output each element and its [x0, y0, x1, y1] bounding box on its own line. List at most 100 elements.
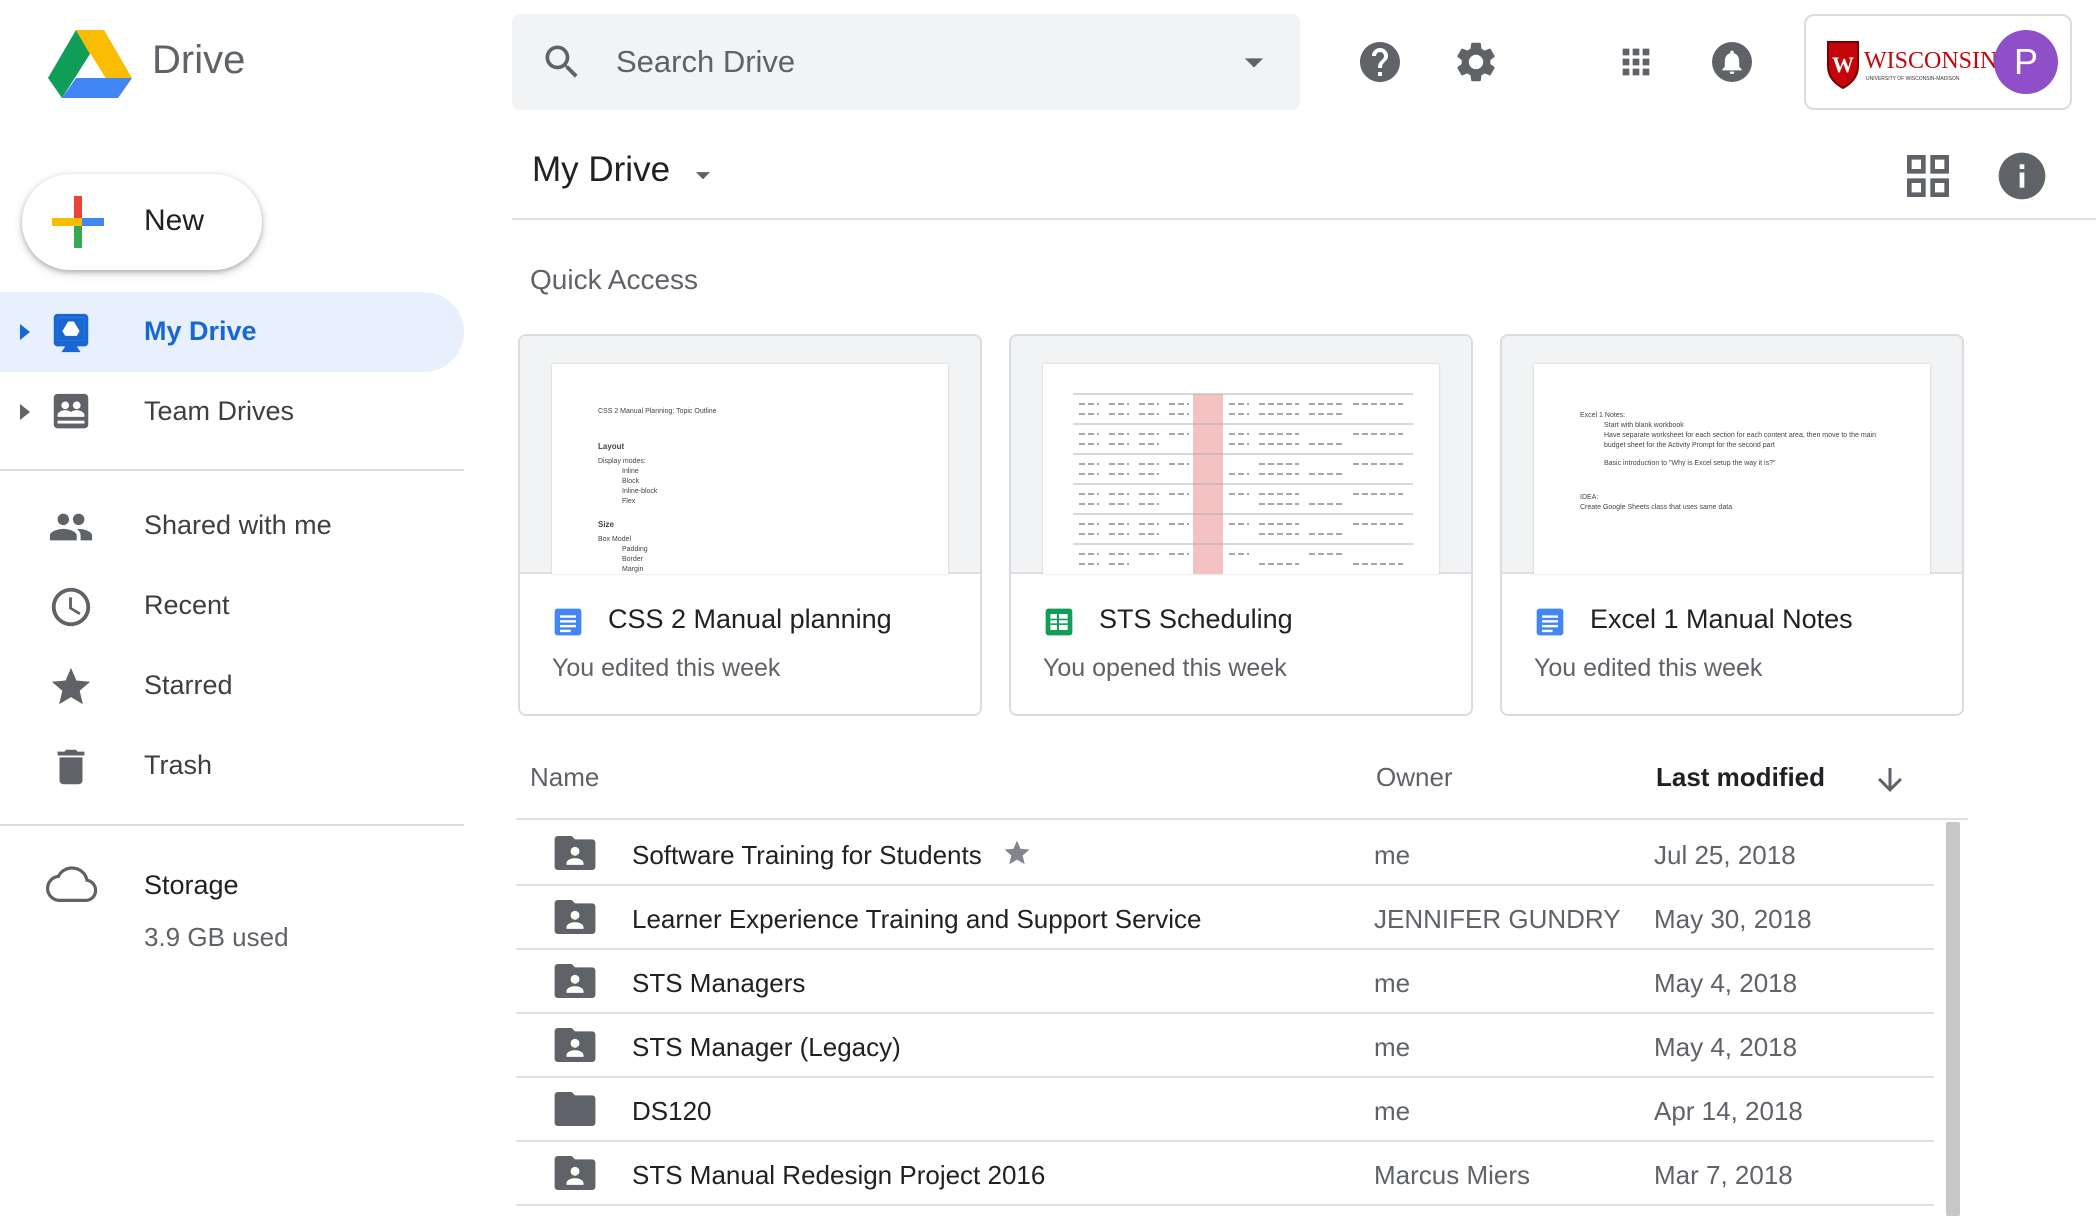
- search-input[interactable]: [616, 34, 1196, 90]
- app-title: Drive: [152, 38, 246, 82]
- file-owner: me: [1374, 840, 1411, 870]
- file-last-modified: May 4, 2018: [1654, 1032, 1798, 1062]
- expand-arrow-icon[interactable]: [18, 402, 32, 422]
- preview-text: Layout: [598, 442, 625, 451]
- file-name: Software Training for Students: [632, 840, 982, 870]
- sidebar-item-label: Recent: [144, 590, 230, 620]
- storage-label[interactable]: Storage: [144, 870, 239, 901]
- preview-text: Block: [622, 478, 640, 485]
- org-subtitle: UNIVERSITY OF WISCONSIN-MADISON: [1866, 76, 1960, 82]
- preview-text: Display modes:: [598, 458, 646, 465]
- file-thumbnail: CSS 2 Manual Planning: Topic Outline Lay…: [520, 336, 980, 574]
- preview-text: Flex: [622, 498, 636, 505]
- avatar[interactable]: P: [1994, 30, 2058, 94]
- preview-text: Padding: [622, 546, 648, 553]
- table-row[interactable]: Software Training for Students me Jul 25, …: [516, 822, 1934, 886]
- file-owner: me: [1374, 968, 1411, 998]
- sidebar-item-label: Shared with me: [144, 510, 332, 540]
- sidebar-item-trash[interactable]: Trash: [0, 726, 464, 806]
- preview-text: Border: [622, 556, 644, 563]
- table-row[interactable]: STS Managers me May 4, 2018: [516, 950, 1934, 1014]
- file-activity: You edited this week: [1534, 654, 1763, 682]
- apps-button[interactable]: [1608, 34, 1664, 90]
- account-switcher[interactable]: W WISCONSIN UNIVERSITY OF WISCONSIN-MADI…: [1804, 14, 2072, 110]
- table-row[interactable]: DS120 me Apr 14, 2018: [516, 1078, 1934, 1142]
- file-name: STS Scheduling: [1099, 604, 1293, 634]
- doc-icon: [1536, 608, 1564, 636]
- preview-text: Excel 1 Notes:: [1580, 412, 1626, 419]
- chevron-down-icon[interactable]: [686, 158, 720, 192]
- search-bar[interactable]: [512, 14, 1300, 110]
- preview-text: Have separate worksheet for each section…: [1604, 432, 1876, 439]
- file-activity: You edited this week: [552, 654, 781, 682]
- page-title[interactable]: My Drive: [532, 150, 670, 190]
- storage-used: 3.9 GB used: [144, 922, 289, 952]
- file-owner: JENNIFER GUNDRY: [1374, 904, 1621, 934]
- trash-icon: [57, 749, 85, 785]
- table-row[interactable]: Learner Experience Training and Support …: [516, 886, 1934, 950]
- preview-text: CSS 2 Manual Planning: Topic Outline: [598, 408, 717, 415]
- sidebar-divider: [0, 824, 464, 826]
- spreadsheet-grid: [1073, 393, 1413, 574]
- scrollbar[interactable]: [1946, 822, 1960, 1216]
- expand-arrow-icon[interactable]: [18, 322, 32, 342]
- table-row[interactable]: STS Manual Redesign Project 2016 Marcus M…: [516, 1142, 1934, 1206]
- sidebar-divider: [0, 469, 464, 471]
- quick-access-card[interactable]: Excel 1 Notes: Start with blank workbook…: [1500, 334, 1964, 716]
- settings-button[interactable]: [1448, 34, 1504, 90]
- folder-icon: [554, 1092, 596, 1126]
- sidebar-item-label: My Drive: [144, 316, 257, 346]
- quick-access-card[interactable]: STS Scheduling You opened this week: [1009, 334, 1473, 716]
- wisconsin-logo: W WISCONSIN UNIVERSITY OF WISCONSIN-MADI…: [1827, 41, 1997, 90]
- file-last-modified: Apr 14, 2018: [1654, 1096, 1803, 1126]
- preview-text: Create Google Sheets class that uses sam…: [1580, 504, 1733, 511]
- apps-icon: [1622, 48, 1650, 76]
- sidebar-item-label: Starred: [144, 670, 233, 700]
- sidebar-item-shared-with-me[interactable]: Shared with me: [0, 486, 464, 566]
- notifications-icon: [1712, 42, 1752, 82]
- new-button[interactable]: New: [22, 174, 262, 270]
- quick-access-card[interactable]: CSS 2 Manual Planning: Topic Outline Lay…: [518, 334, 982, 716]
- search-icon[interactable]: [540, 40, 584, 84]
- my-drive-icon: [53, 313, 89, 353]
- notifications-button[interactable]: [1704, 34, 1760, 90]
- header-divider: [512, 218, 2096, 220]
- org-name: WISCONSIN: [1864, 48, 1997, 74]
- spreadsheet-preview: [1043, 364, 1439, 574]
- sheet-icon: [1045, 608, 1073, 636]
- arrow-down-icon[interactable]: [1872, 762, 1908, 798]
- sidebar-item-starred[interactable]: Starred: [0, 646, 464, 726]
- search-options-dropdown-icon[interactable]: [1232, 40, 1276, 84]
- info-icon[interactable]: [1994, 148, 2050, 204]
- sidebar-item-recent[interactable]: Recent: [0, 566, 464, 646]
- sidebar-item-label: Trash: [144, 750, 213, 780]
- sidebar-item-my-drive[interactable]: My Drive: [0, 292, 464, 372]
- document-preview: CSS 2 Manual Planning: Topic Outline Lay…: [552, 364, 948, 574]
- star-icon: [51, 667, 91, 705]
- table-row[interactable]: STS Manager (Legacy) me May 4, 2018: [516, 1014, 1934, 1078]
- column-header-owner[interactable]: Owner: [1376, 762, 1453, 793]
- file-activity: You opened this week: [1043, 654, 1287, 682]
- file-name: Learner Experience Training and Support …: [632, 904, 1202, 934]
- sidebar-item-team-drives[interactable]: Team Drives: [0, 372, 464, 452]
- drive-logo: [48, 30, 132, 98]
- settings-icon: [1457, 42, 1495, 82]
- file-last-modified: May 30, 2018: [1654, 904, 1812, 934]
- file-owner: me: [1374, 1096, 1411, 1126]
- shared-folder-icon: [554, 900, 596, 934]
- help-button[interactable]: [1352, 34, 1408, 90]
- column-header-last-modified[interactable]: Last modified: [1656, 762, 1825, 793]
- column-header-name[interactable]: Name: [530, 762, 599, 793]
- people-icon: [49, 513, 93, 541]
- new-button-label: New: [144, 204, 205, 237]
- preview-text: Start with blank workbook: [1604, 422, 1684, 429]
- file-last-modified: May 4, 2018: [1654, 968, 1798, 998]
- grid-view-icon[interactable]: [1900, 148, 1956, 204]
- clock-icon: [51, 587, 91, 627]
- file-thumbnail: [1011, 336, 1471, 574]
- file-owner: Marcus Miers: [1374, 1160, 1531, 1190]
- star-icon: [1004, 840, 1030, 865]
- file-name: STS Manual Redesign Project 2016: [632, 1160, 1046, 1190]
- svg-text:W: W: [1832, 52, 1854, 77]
- file-thumbnail: Excel 1 Notes: Start with blank workbook…: [1502, 336, 1962, 574]
